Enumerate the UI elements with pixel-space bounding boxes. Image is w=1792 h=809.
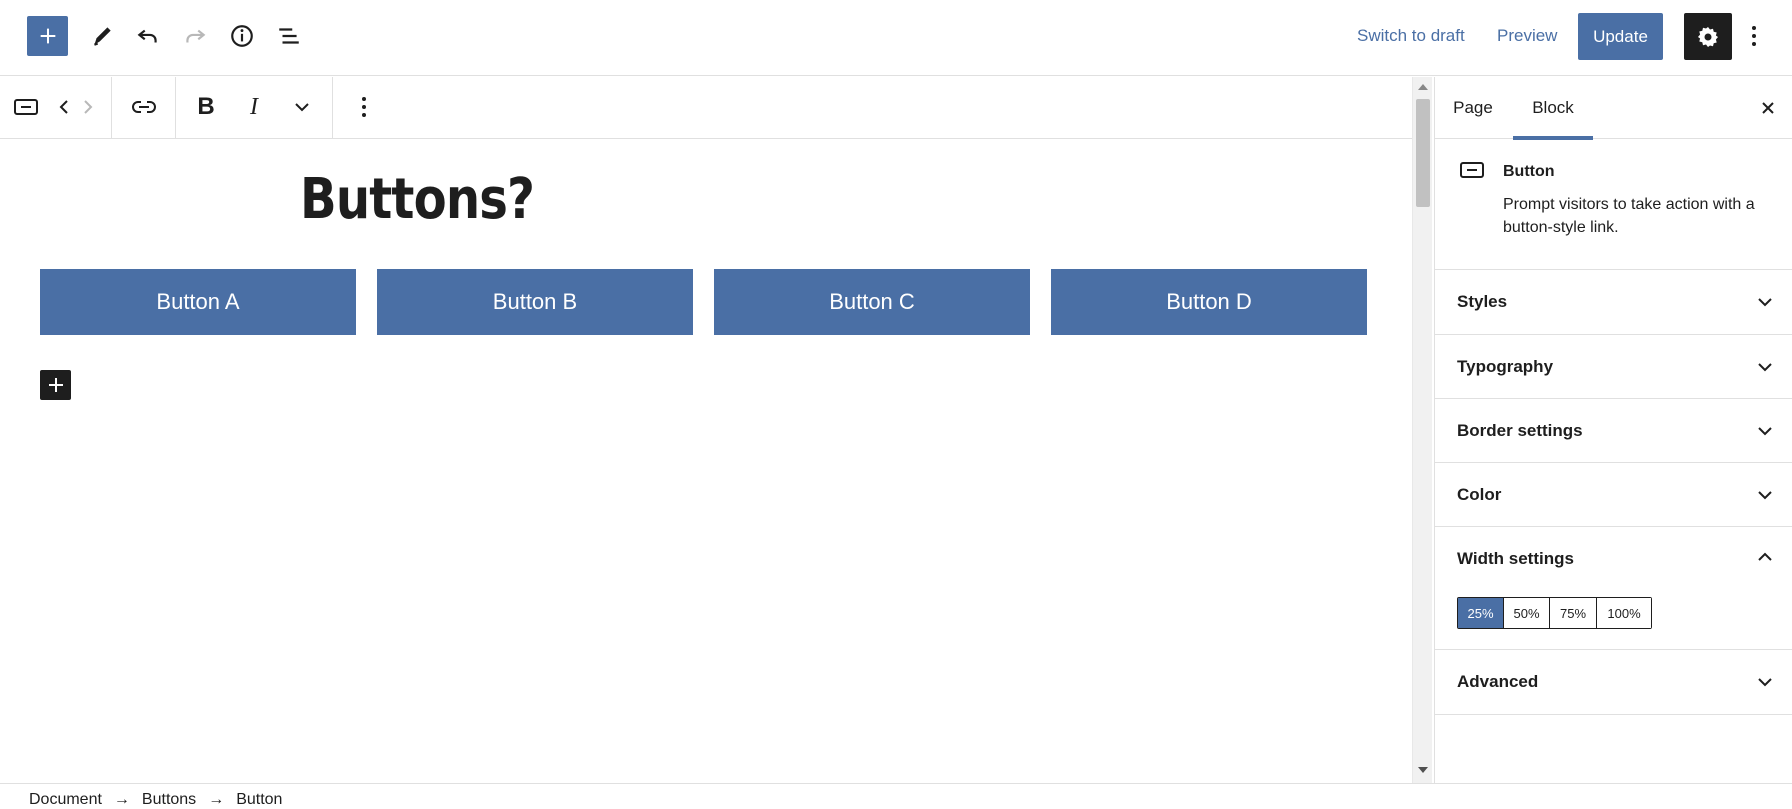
settings-button[interactable] xyxy=(1684,13,1732,60)
block-switcher-group xyxy=(0,77,112,138)
button-block-icon xyxy=(14,99,38,115)
chevron-left-icon xyxy=(59,100,68,114)
block-card-title: Button xyxy=(1503,163,1555,180)
more-formats-button[interactable] xyxy=(282,87,322,127)
plus-icon xyxy=(40,28,55,44)
close-sidebar-button[interactable] xyxy=(1753,93,1783,123)
panel-width-settings[interactable]: Width settings xyxy=(1435,527,1792,650)
width-option-25[interactable]: 25% xyxy=(1458,598,1504,628)
chevron-up-icon xyxy=(1753,545,1777,569)
panel-advanced[interactable]: Advanced xyxy=(1435,650,1792,715)
button-block-icon xyxy=(1460,162,1484,178)
pencil-icon xyxy=(94,27,111,46)
width-option-100[interactable]: 100% xyxy=(1597,598,1651,628)
button-b[interactable]: Button B xyxy=(377,269,693,335)
chevron-down-icon xyxy=(295,103,309,112)
more-vertical-icon xyxy=(362,97,366,117)
block-card-description: Prompt visitors to take action with a bu… xyxy=(1503,196,1755,236)
panel-title: Width settings xyxy=(1457,549,1574,568)
options-button[interactable] xyxy=(1742,16,1766,56)
breadcrumb-separator: → xyxy=(113,791,130,808)
chevron-down-icon xyxy=(1753,419,1777,443)
panel-typography[interactable]: Typography xyxy=(1435,335,1792,399)
panel-title: Styles xyxy=(1457,292,1508,311)
redo-button[interactable] xyxy=(175,16,215,56)
tab-block[interactable]: Block xyxy=(1513,77,1593,140)
redo-icon xyxy=(186,29,206,43)
panel-styles[interactable]: Styles xyxy=(1435,270,1792,335)
chevron-down-icon xyxy=(1753,483,1777,507)
plus-icon xyxy=(48,378,63,392)
block-type-button[interactable] xyxy=(10,87,42,127)
scroll-up-arrow-icon[interactable] xyxy=(1418,84,1428,90)
scroll-thumb[interactable] xyxy=(1416,99,1430,207)
breadcrumb: Document → Buttons → Button xyxy=(29,791,282,809)
button-a[interactable]: Button A xyxy=(40,269,356,335)
editor-header: Switch to draft Preview Update xyxy=(0,0,1792,76)
sidebar-tabs: Page Block xyxy=(1435,77,1792,140)
gear-icon xyxy=(1698,26,1718,47)
breadcrumb-separator: → xyxy=(208,791,225,808)
link-button[interactable] xyxy=(124,87,164,127)
more-vertical-icon xyxy=(1752,26,1756,46)
breadcrumb-document[interactable]: Document xyxy=(29,791,102,809)
editor-canvas[interactable]: Buttons? Button A Button B Button C Butt… xyxy=(0,139,1412,783)
list-view-button[interactable] xyxy=(269,16,309,56)
block-breadcrumb-bar: Document → Buttons → Button xyxy=(0,783,1792,809)
panel-title: Typography xyxy=(1457,357,1554,376)
switch-to-draft-button[interactable]: Switch to draft xyxy=(1357,26,1465,46)
canvas-scrollbar[interactable] xyxy=(1412,77,1432,783)
block-toolbar: B I xyxy=(0,77,1412,139)
page-title[interactable]: Buttons? xyxy=(300,167,535,232)
panel-title: Advanced xyxy=(1457,672,1539,691)
button-c[interactable]: Button C xyxy=(714,269,1030,335)
undo-icon xyxy=(137,29,157,43)
breadcrumb-button[interactable]: Button xyxy=(236,791,282,809)
settings-sidebar: Page Block Button Prompt visitors to tak… xyxy=(1434,77,1792,783)
details-button[interactable] xyxy=(222,16,262,56)
block-options-button[interactable] xyxy=(344,87,384,127)
scroll-down-arrow-icon[interactable] xyxy=(1418,767,1428,773)
link-icon xyxy=(132,101,156,113)
panel-title: Border settings xyxy=(1457,421,1583,440)
panel-title: Color xyxy=(1457,485,1502,504)
preview-button[interactable]: Preview xyxy=(1497,26,1557,46)
chevron-down-icon xyxy=(1753,670,1777,694)
tools-button[interactable] xyxy=(82,16,122,56)
block-inserter-button[interactable] xyxy=(40,370,71,400)
italic-button[interactable]: I xyxy=(234,87,274,127)
info-icon xyxy=(231,25,253,47)
move-left-button[interactable] xyxy=(54,87,74,127)
panel-color[interactable]: Color xyxy=(1435,463,1792,527)
chevron-right-icon xyxy=(84,100,93,114)
move-right-button[interactable] xyxy=(78,87,98,127)
update-button[interactable]: Update xyxy=(1578,13,1663,60)
format-group: B I xyxy=(176,77,333,138)
width-option-50[interactable]: 50% xyxy=(1504,598,1550,628)
panel-border-settings[interactable]: Border settings xyxy=(1435,399,1792,463)
width-button-group: 25% 50% 75% 100% xyxy=(1457,597,1652,629)
undo-button[interactable] xyxy=(128,16,168,56)
chevron-down-icon xyxy=(1753,290,1777,314)
tab-page[interactable]: Page xyxy=(1445,77,1501,139)
block-card: Button Prompt visitors to take action wi… xyxy=(1435,139,1792,270)
chevron-down-icon xyxy=(1753,355,1777,379)
width-option-75[interactable]: 75% xyxy=(1550,598,1597,628)
bold-button[interactable]: B xyxy=(186,87,226,127)
list-view-icon xyxy=(279,28,299,44)
link-group xyxy=(112,77,176,138)
close-icon xyxy=(1762,102,1774,114)
breadcrumb-buttons[interactable]: Buttons xyxy=(142,791,196,809)
button-d[interactable]: Button D xyxy=(1051,269,1367,335)
add-block-button[interactable] xyxy=(27,16,68,56)
